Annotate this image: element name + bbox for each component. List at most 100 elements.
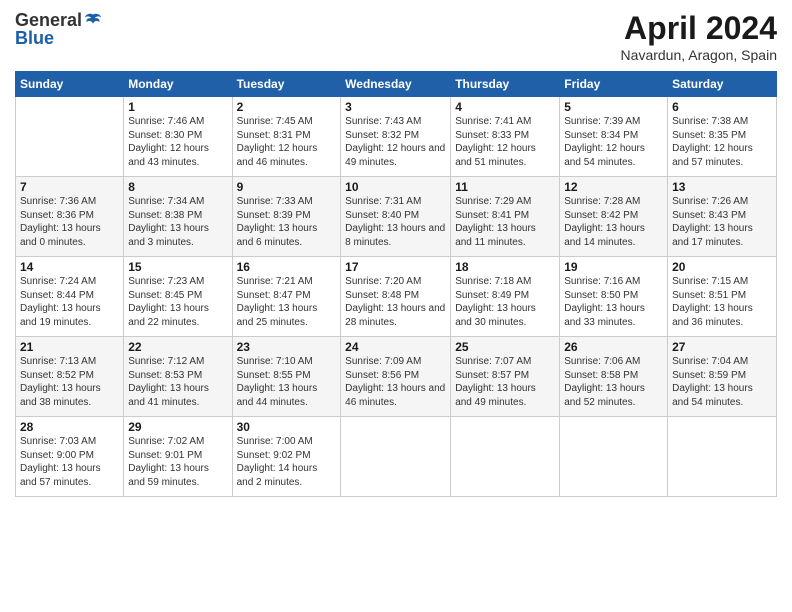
day-info: Sunrise: 7:04 AMSunset: 8:59 PMDaylight:…: [672, 355, 772, 409]
day-info: Sunrise: 7:13 AMSunset: 8:52 PMDaylight:…: [20, 355, 119, 409]
calendar-cell: 11Sunrise: 7:29 AMSunset: 8:41 PMDayligh…: [451, 177, 560, 257]
calendar-cell: 19Sunrise: 7:16 AMSunset: 8:50 PMDayligh…: [560, 257, 668, 337]
calendar-col-saturday: Saturday: [668, 72, 777, 97]
day-info: Sunrise: 7:09 AMSunset: 8:56 PMDaylight:…: [345, 355, 446, 409]
day-number: 21: [20, 340, 119, 354]
day-number: 12: [564, 180, 663, 194]
calendar-cell: [16, 97, 124, 177]
calendar-cell: 22Sunrise: 7:12 AMSunset: 8:53 PMDayligh…: [124, 337, 232, 417]
day-info: Sunrise: 7:06 AMSunset: 8:58 PMDaylight:…: [564, 355, 663, 409]
day-number: 26: [564, 340, 663, 354]
calendar-cell: 18Sunrise: 7:18 AMSunset: 8:49 PMDayligh…: [451, 257, 560, 337]
day-number: 19: [564, 260, 663, 274]
calendar-cell: 23Sunrise: 7:10 AMSunset: 8:55 PMDayligh…: [232, 337, 341, 417]
calendar-cell: 25Sunrise: 7:07 AMSunset: 8:57 PMDayligh…: [451, 337, 560, 417]
day-number: 25: [455, 340, 555, 354]
day-info: Sunrise: 7:20 AMSunset: 8:48 PMDaylight:…: [345, 275, 446, 329]
calendar-col-thursday: Thursday: [451, 72, 560, 97]
day-info: Sunrise: 7:03 AMSunset: 9:00 PMDaylight:…: [20, 435, 119, 489]
calendar-cell: 1Sunrise: 7:46 AMSunset: 8:30 PMDaylight…: [124, 97, 232, 177]
day-info: Sunrise: 7:26 AMSunset: 8:43 PMDaylight:…: [672, 195, 772, 249]
day-info: Sunrise: 7:16 AMSunset: 8:50 PMDaylight:…: [564, 275, 663, 329]
day-number: 5: [564, 100, 663, 114]
calendar-week-row: 7Sunrise: 7:36 AMSunset: 8:36 PMDaylight…: [16, 177, 777, 257]
day-info: Sunrise: 7:46 AMSunset: 8:30 PMDaylight:…: [128, 115, 227, 169]
day-number: 6: [672, 100, 772, 114]
calendar-week-row: 28Sunrise: 7:03 AMSunset: 9:00 PMDayligh…: [16, 417, 777, 497]
day-number: 23: [237, 340, 337, 354]
day-info: Sunrise: 7:41 AMSunset: 8:33 PMDaylight:…: [455, 115, 555, 169]
day-info: Sunrise: 7:15 AMSunset: 8:51 PMDaylight:…: [672, 275, 772, 329]
day-info: Sunrise: 7:28 AMSunset: 8:42 PMDaylight:…: [564, 195, 663, 249]
calendar-week-row: 1Sunrise: 7:46 AMSunset: 8:30 PMDaylight…: [16, 97, 777, 177]
day-number: 27: [672, 340, 772, 354]
calendar-cell: 9Sunrise: 7:33 AMSunset: 8:39 PMDaylight…: [232, 177, 341, 257]
calendar-cell: 20Sunrise: 7:15 AMSunset: 8:51 PMDayligh…: [668, 257, 777, 337]
day-info: Sunrise: 7:02 AMSunset: 9:01 PMDaylight:…: [128, 435, 227, 489]
day-number: 8: [128, 180, 227, 194]
day-number: 13: [672, 180, 772, 194]
calendar-cell: [451, 417, 560, 497]
day-info: Sunrise: 7:43 AMSunset: 8:32 PMDaylight:…: [345, 115, 446, 169]
day-number: 22: [128, 340, 227, 354]
month-title: April 2024: [621, 10, 777, 47]
calendar-cell: 3Sunrise: 7:43 AMSunset: 8:32 PMDaylight…: [341, 97, 451, 177]
calendar-cell: 24Sunrise: 7:09 AMSunset: 8:56 PMDayligh…: [341, 337, 451, 417]
day-number: 7: [20, 180, 119, 194]
day-number: 28: [20, 420, 119, 434]
calendar-cell: 26Sunrise: 7:06 AMSunset: 8:58 PMDayligh…: [560, 337, 668, 417]
day-info: Sunrise: 7:23 AMSunset: 8:45 PMDaylight:…: [128, 275, 227, 329]
logo-blue-text: Blue: [15, 28, 102, 49]
day-info: Sunrise: 7:39 AMSunset: 8:34 PMDaylight:…: [564, 115, 663, 169]
calendar-cell: 7Sunrise: 7:36 AMSunset: 8:36 PMDaylight…: [16, 177, 124, 257]
day-info: Sunrise: 7:24 AMSunset: 8:44 PMDaylight:…: [20, 275, 119, 329]
logo: General Blue: [15, 10, 102, 49]
location: Navardun, Aragon, Spain: [621, 47, 777, 63]
day-number: 18: [455, 260, 555, 274]
calendar-cell: 27Sunrise: 7:04 AMSunset: 8:59 PMDayligh…: [668, 337, 777, 417]
calendar-week-row: 21Sunrise: 7:13 AMSunset: 8:52 PMDayligh…: [16, 337, 777, 417]
day-number: 20: [672, 260, 772, 274]
logo-bird-icon: [84, 12, 102, 30]
calendar-col-tuesday: Tuesday: [232, 72, 341, 97]
calendar-cell: 5Sunrise: 7:39 AMSunset: 8:34 PMDaylight…: [560, 97, 668, 177]
calendar-cell: 6Sunrise: 7:38 AMSunset: 8:35 PMDaylight…: [668, 97, 777, 177]
calendar-header-row: SundayMondayTuesdayWednesdayThursdayFrid…: [16, 72, 777, 97]
day-info: Sunrise: 7:34 AMSunset: 8:38 PMDaylight:…: [128, 195, 227, 249]
day-number: 17: [345, 260, 446, 274]
calendar-cell: 2Sunrise: 7:45 AMSunset: 8:31 PMDaylight…: [232, 97, 341, 177]
day-number: 11: [455, 180, 555, 194]
day-number: 4: [455, 100, 555, 114]
calendar-cell: 10Sunrise: 7:31 AMSunset: 8:40 PMDayligh…: [341, 177, 451, 257]
calendar-cell: 29Sunrise: 7:02 AMSunset: 9:01 PMDayligh…: [124, 417, 232, 497]
day-number: 3: [345, 100, 446, 114]
day-number: 29: [128, 420, 227, 434]
day-info: Sunrise: 7:21 AMSunset: 8:47 PMDaylight:…: [237, 275, 337, 329]
day-info: Sunrise: 7:18 AMSunset: 8:49 PMDaylight:…: [455, 275, 555, 329]
day-info: Sunrise: 7:29 AMSunset: 8:41 PMDaylight:…: [455, 195, 555, 249]
day-number: 2: [237, 100, 337, 114]
calendar-cell: [560, 417, 668, 497]
calendar-cell: [341, 417, 451, 497]
day-info: Sunrise: 7:45 AMSunset: 8:31 PMDaylight:…: [237, 115, 337, 169]
day-number: 30: [237, 420, 337, 434]
day-info: Sunrise: 7:10 AMSunset: 8:55 PMDaylight:…: [237, 355, 337, 409]
day-number: 15: [128, 260, 227, 274]
calendar-cell: 30Sunrise: 7:00 AMSunset: 9:02 PMDayligh…: [232, 417, 341, 497]
calendar-cell: 28Sunrise: 7:03 AMSunset: 9:00 PMDayligh…: [16, 417, 124, 497]
calendar-cell: 8Sunrise: 7:34 AMSunset: 8:38 PMDaylight…: [124, 177, 232, 257]
day-number: 14: [20, 260, 119, 274]
day-info: Sunrise: 7:33 AMSunset: 8:39 PMDaylight:…: [237, 195, 337, 249]
calendar-cell: 16Sunrise: 7:21 AMSunset: 8:47 PMDayligh…: [232, 257, 341, 337]
calendar-cell: 12Sunrise: 7:28 AMSunset: 8:42 PMDayligh…: [560, 177, 668, 257]
calendar-col-monday: Monday: [124, 72, 232, 97]
day-number: 24: [345, 340, 446, 354]
day-info: Sunrise: 7:38 AMSunset: 8:35 PMDaylight:…: [672, 115, 772, 169]
calendar-week-row: 14Sunrise: 7:24 AMSunset: 8:44 PMDayligh…: [16, 257, 777, 337]
day-number: 10: [345, 180, 446, 194]
page: General Blue April 2024 Navardun, Aragon…: [0, 0, 792, 507]
calendar-col-friday: Friday: [560, 72, 668, 97]
day-info: Sunrise: 7:00 AMSunset: 9:02 PMDaylight:…: [237, 435, 337, 489]
day-number: 9: [237, 180, 337, 194]
day-number: 16: [237, 260, 337, 274]
